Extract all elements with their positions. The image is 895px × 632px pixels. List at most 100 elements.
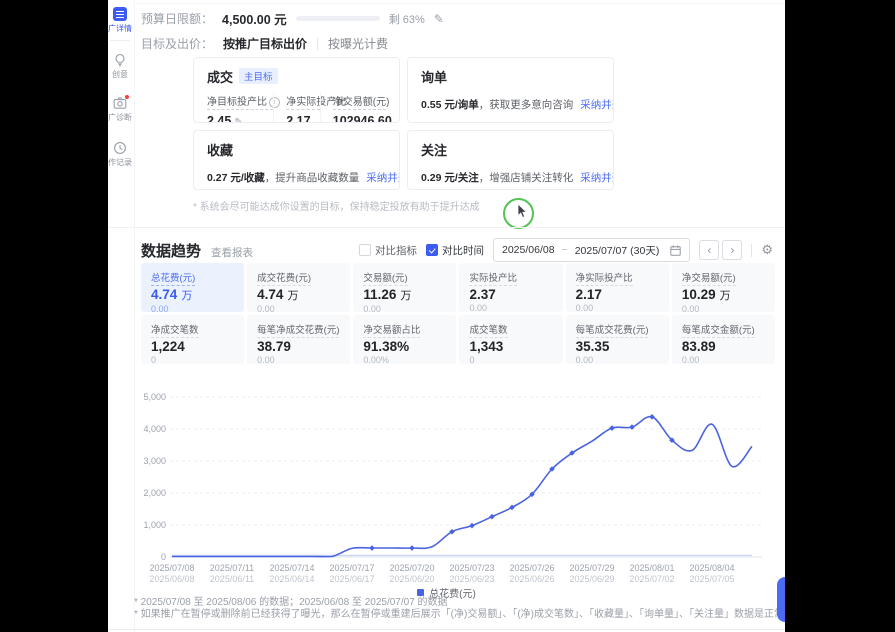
prev-period-button[interactable]: ‹ — [699, 240, 719, 260]
trend-title: 数据趋势 — [141, 240, 201, 261]
goal-metric-label: 净交易额(元) — [333, 93, 386, 110]
footnote-period: * 2025/07/08 至 2025/08/06 的数据；2025/06/08… — [134, 597, 785, 609]
compare-metric-label: 对比指标 — [375, 243, 417, 258]
goal-metric-value: 2.45✎ — [207, 114, 273, 123]
date-range-input[interactable]: 2025/06/08 ~ 2025/07/07 (30天) — [493, 238, 690, 262]
metric-card[interactable]: 总花费(元) 4.74 万0.00 — [141, 263, 244, 312]
svg-text:2025/07/23: 2025/07/23 — [449, 563, 494, 573]
section-divider — [108, 227, 785, 228]
view-report-link[interactable]: 查看报表 — [211, 245, 253, 260]
goal-card-description: 0.29 元/关注，增强店铺关注转化采纳并开启 — [421, 170, 600, 185]
goal-label: 目标及出价： — [141, 35, 213, 52]
checkbox-icon[interactable] — [426, 244, 438, 256]
goal-card-description: 0.55 元/询单，获取更多意向咨询采纳并开启 — [421, 97, 600, 112]
goal-card-favorite: 收藏0.27 元/收藏，提升商品收藏数量采纳并开启 — [193, 130, 400, 190]
goal-metric-value: 102946.60 — [333, 114, 386, 123]
metric-card-value: 35.35 — [576, 339, 659, 354]
adopt-and-enable-link[interactable]: 采纳并开启 — [580, 99, 614, 111]
metric-card-compare-value: 0.00 — [469, 303, 552, 312]
metric-card[interactable]: 成交花费(元)4.74 万0.00 — [247, 263, 350, 312]
metric-card-value: 91.38% — [363, 339, 446, 354]
metric-card[interactable]: 每笔净成交花费(元)38.790.00 — [247, 315, 350, 364]
metric-card-title: 总花费(元) — [151, 270, 234, 284]
metric-card-title: 交易额(元) — [363, 270, 446, 284]
goal-metric: 净目标投产比i2.45✎ — [207, 93, 273, 123]
metric-card[interactable]: 每笔成交花费(元)35.350.00 — [566, 315, 669, 364]
compare-time-checkbox[interactable]: 对比时间 — [426, 243, 484, 258]
adopt-and-enable-link[interactable]: 采纳并开启 — [580, 172, 614, 184]
metric-card-value: 11.26 万 — [363, 287, 446, 303]
budget-progress-bar — [296, 16, 380, 21]
data-point-marker — [369, 545, 375, 551]
svg-text:2,000: 2,000 — [143, 488, 166, 498]
metric-card-value: 1,343 — [469, 339, 552, 354]
svg-text:1,000: 1,000 — [143, 520, 166, 530]
metric-card[interactable]: 净实际投产比2.170.00 — [566, 263, 669, 312]
metric-card-title: 每笔成交花费(元) — [576, 322, 659, 336]
metric-card-compare-value: 0.00 — [363, 304, 446, 312]
budget-edit-pencil-icon[interactable]: ✎ — [434, 12, 444, 26]
sidebar-item-label: 广诊断 — [108, 112, 140, 123]
tab-bid-by-impression[interactable]: 按曝光计费 — [328, 35, 388, 52]
metric-card[interactable]: 成交笔数1,3430 — [459, 315, 562, 364]
svg-text:2025/07/02: 2025/07/02 — [629, 574, 674, 584]
goal-metric: 净实际投产比 2.17 — [273, 93, 320, 123]
goal-card-title: 成交主目标 — [207, 67, 386, 86]
content-area: 广详情创意广诊断作记录 预算日限额： 4,500.00 元 剩 63% ✎ 目标… — [108, 0, 785, 632]
settings-gear-icon[interactable]: ⚙ — [761, 242, 773, 258]
goal-cards: 成交主目标净目标投产比i2.45✎ 净实际投产比 2.17 净交易额(元) 102946… — [193, 57, 614, 190]
metric-cards-grid: 总花费(元)4.74 万0.00成交花费(元)4.74 万0.00交易额(元)1… — [141, 263, 775, 364]
svg-text:2025/07/11: 2025/07/11 — [210, 563, 254, 573]
sidebar-item-label: 作记录 — [108, 157, 140, 168]
svg-text:2025/06/29: 2025/06/29 — [569, 574, 614, 584]
metric-card[interactable]: 净交易额(元)10.29 万0.00 — [672, 263, 775, 312]
goal-metric-label: 净实际投产比 — [286, 93, 320, 110]
main-series-line — [172, 417, 752, 557]
floating-side-button[interactable] — [777, 577, 785, 622]
controls-divider — [751, 244, 752, 257]
budget-value: 4,500.00 元 — [222, 9, 287, 28]
compare-time-label: 对比时间 — [442, 243, 484, 258]
metric-card-title: 实际投产比 — [469, 270, 552, 284]
app-frame: 广详情创意广诊断作记录 预算日限额： 4,500.00 元 剩 63% ✎ 目标… — [0, 0, 895, 632]
metric-card-value: 38.79 — [257, 339, 340, 354]
metric-card[interactable]: 交易额(元) 11.26 万0.00 — [353, 263, 456, 312]
metric-card[interactable]: 净成交笔数1,2240 — [141, 315, 244, 364]
goal-metric-value: 2.17 — [286, 114, 320, 123]
metric-card-compare-value: 0.00 — [151, 304, 234, 312]
data-point-marker — [489, 514, 495, 520]
goal-metrics-row: 净目标投产比i2.45✎ 净实际投产比 2.17 净交易额(元) 102946.60 — [207, 93, 386, 123]
budget-row: 预算日限额： 4,500.00 元 剩 63% ✎ — [141, 9, 444, 28]
svg-text:0: 0 — [161, 552, 166, 562]
budget-remaining: 剩 63% — [389, 11, 425, 27]
metric-card-value: 4.74 万 — [151, 287, 234, 303]
adopt-and-enable-link[interactable]: 采纳并开启 — [366, 172, 400, 184]
sidebar: 广详情创意广诊断作记录 — [108, 0, 135, 632]
svg-text:2025/07/29: 2025/07/29 — [569, 563, 614, 573]
svg-text:2025/07/26: 2025/07/26 — [509, 563, 554, 573]
edit-pencil-icon[interactable]: ✎ — [234, 117, 242, 123]
svg-text:2025/08/01: 2025/08/01 — [629, 563, 674, 573]
sidebar-item-label: 广详情 — [108, 23, 140, 34]
compare-metric-checkbox[interactable]: 对比指标 — [359, 243, 417, 258]
metric-card-compare-value: 0.00 — [682, 355, 765, 364]
legend-marker — [417, 589, 424, 596]
svg-text:5,000: 5,000 — [143, 392, 166, 402]
tab-bid-by-goal[interactable]: 按推广目标出价 — [223, 35, 307, 52]
svg-text:2025/06/11: 2025/06/11 — [210, 574, 254, 584]
trend-chart: 01,0002,0003,0004,0005,0002025/07/082025… — [134, 386, 779, 599]
metric-card-compare-value: 0 — [151, 355, 234, 364]
top-divider — [134, 3, 785, 4]
metric-card-value: 4.74 万 — [257, 287, 340, 303]
metric-card-title: 净实际投产比 — [576, 270, 659, 284]
svg-text:2025/07/17: 2025/07/17 — [329, 563, 374, 573]
checkbox-icon[interactable] — [359, 244, 371, 256]
goal-metric: 净交易额(元) 102946.60 — [320, 93, 386, 123]
metric-card[interactable]: 实际投产比2.370.00 — [459, 263, 562, 312]
metric-card-compare-value: 0.00 — [576, 303, 659, 312]
metric-card-title: 净交易额占比 — [363, 322, 446, 336]
metric-card[interactable]: 净交易额占比91.38%0.00% — [353, 315, 456, 364]
metric-card[interactable]: 每笔成交金额(元)83.890.00 — [672, 315, 775, 364]
metric-card-value: 83.89 — [682, 339, 765, 354]
next-period-button[interactable]: › — [722, 240, 742, 260]
